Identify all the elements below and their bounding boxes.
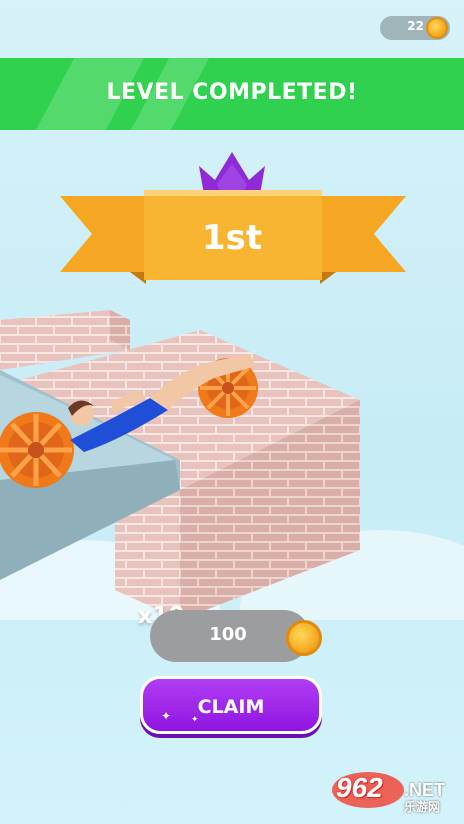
game-scene <box>0 310 464 620</box>
sparkle-icon: ✦ <box>161 709 172 723</box>
banner-title: LEVEL COMPLETED! <box>106 80 358 105</box>
coin-count: 22 <box>407 19 424 33</box>
rank-label: 1st <box>201 218 263 258</box>
reward-pill: 100 <box>150 610 322 662</box>
sparkle-icon: ✦ <box>191 715 199 725</box>
coin-icon <box>286 620 322 656</box>
coin-counter: 22 <box>380 16 450 40</box>
coin-icon <box>426 17 448 39</box>
watermark-number: 962 <box>336 772 383 803</box>
watermark-site-name: 乐游网 <box>404 800 441 814</box>
reward-amount: 100 <box>209 624 247 645</box>
cart-wheel-left <box>0 412 74 488</box>
claim-button[interactable]: CLAIM ✦ ✦ <box>140 676 322 734</box>
level-completed-banner: LEVEL COMPLETED! <box>0 58 464 130</box>
